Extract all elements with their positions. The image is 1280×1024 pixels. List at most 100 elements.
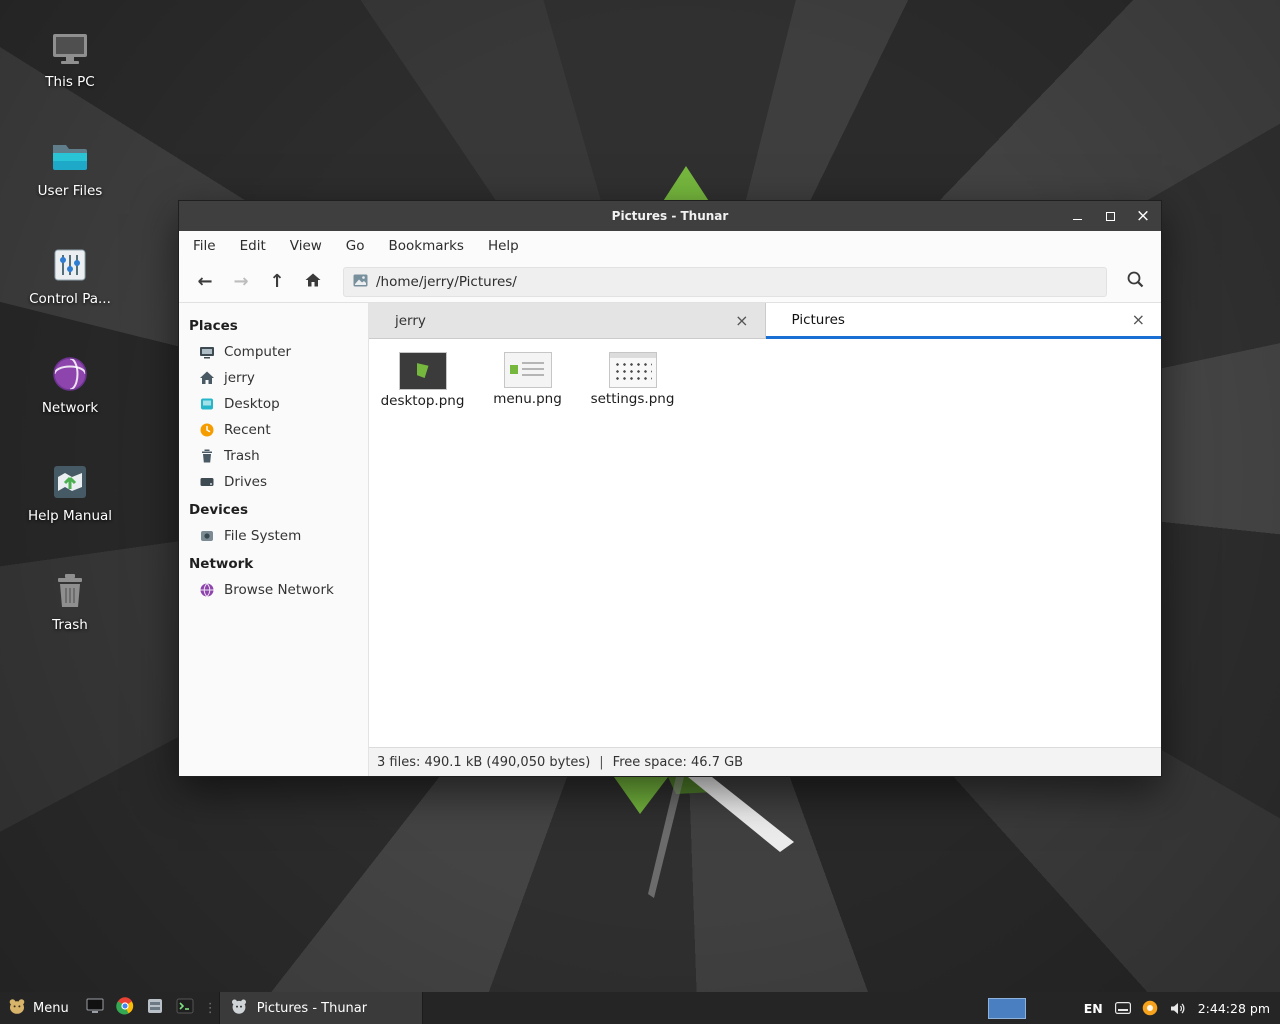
menu-go[interactable]: Go: [346, 238, 365, 254]
menu-bookmarks[interactable]: Bookmarks: [389, 238, 464, 254]
desktop-icon-label: Network: [42, 401, 98, 417]
menu-bar: File Edit View Go Bookmarks Help: [179, 231, 1161, 261]
file-settings-png[interactable]: settings.png: [583, 353, 682, 407]
back-icon: ←: [197, 271, 212, 292]
minimize-button[interactable]: [1071, 208, 1083, 224]
menu-edit[interactable]: Edit: [240, 238, 266, 254]
desktop-icon-trash[interactable]: Trash: [22, 569, 118, 634]
home-button[interactable]: [295, 267, 331, 297]
tab-jerry[interactable]: jerry ×: [369, 303, 766, 339]
maximize-button[interactable]: [1104, 208, 1116, 224]
home-icon: [304, 271, 322, 293]
status-bar: 3 files: 490.1 kB (490,050 bytes) | Free…: [369, 747, 1161, 776]
sidebar-item-file-system[interactable]: File System: [179, 523, 368, 549]
desktop-icon-list: This PC User Files Control Pa... Network…: [22, 26, 118, 633]
sidebar-item-trash[interactable]: Trash: [179, 443, 368, 469]
trash-icon: [48, 569, 92, 613]
chrome-icon: [116, 997, 134, 1019]
taskbar-window-button[interactable]: Pictures - Thunar: [219, 992, 423, 1024]
sidebar: Places Computer jerry Desktop Recent Tra…: [179, 303, 369, 776]
sidebar-item-jerry[interactable]: jerry: [179, 365, 368, 391]
quick-launchers: [80, 992, 200, 1024]
trash-small-icon: [199, 448, 215, 464]
forward-button[interactable]: →: [223, 267, 259, 297]
launcher-chrome[interactable]: [110, 992, 140, 1024]
file-thumbnail: [505, 353, 551, 387]
network-icon: [48, 352, 92, 396]
sidebar-item-label: Trash: [224, 448, 260, 464]
titlebar[interactable]: Pictures - Thunar ×: [179, 201, 1161, 231]
file-manager-icon: [146, 997, 164, 1019]
sidebar-item-label: File System: [224, 528, 301, 544]
desktop-icon-network[interactable]: Network: [22, 352, 118, 417]
thunar-icon: [230, 997, 248, 1019]
window-controls: ×: [1071, 201, 1149, 231]
up-button[interactable]: ↑: [259, 267, 295, 297]
desktop[interactable]: This PC User Files Control Pa... Network…: [0, 0, 1280, 1024]
volume-icon[interactable]: [1169, 1001, 1186, 1016]
recent-icon: [199, 422, 215, 438]
taskbar-separator: ⋮: [200, 1001, 219, 1016]
sidebar-item-desktop[interactable]: Desktop: [179, 391, 368, 417]
file-list[interactable]: desktop.png menu.png settings.png: [369, 339, 1161, 747]
sidebar-item-browse-network[interactable]: Browse Network: [179, 577, 368, 603]
sidebar-item-drives[interactable]: Drives: [179, 469, 368, 495]
toolbar: ← → ↑ /home/jerry/Pictures/: [179, 261, 1161, 303]
control-panel-icon: [48, 243, 92, 287]
sidebar-section-devices: Devices: [179, 495, 368, 523]
sidebar-item-computer[interactable]: Computer: [179, 339, 368, 365]
window-title: Pictures - Thunar: [612, 209, 729, 223]
menu-file[interactable]: File: [193, 238, 216, 254]
taskbar-window-label: Pictures - Thunar: [257, 1001, 367, 1016]
user-files-icon: [48, 135, 92, 179]
close-icon[interactable]: ×: [1128, 310, 1149, 329]
minimize-icon: [1073, 219, 1082, 220]
taskbar: Menu ⋮ Pictures - Thunar EN 2:44:28 pm: [0, 992, 1280, 1024]
search-button[interactable]: [1117, 267, 1153, 297]
drives-icon: [199, 474, 215, 490]
tab-bar: jerry × Pictures ×: [369, 303, 1161, 339]
desktop-icon-label: This PC: [45, 75, 94, 91]
clock[interactable]: 2:44:28 pm: [1198, 1001, 1270, 1016]
image-icon: [353, 272, 368, 291]
forward-icon: →: [233, 271, 248, 292]
path-bar[interactable]: /home/jerry/Pictures/: [343, 267, 1107, 297]
desktop-icon-label: Help Manual: [28, 509, 112, 525]
menu-button-label: Menu: [33, 1001, 69, 1016]
sidebar-item-recent[interactable]: Recent: [179, 417, 368, 443]
menu-help[interactable]: Help: [488, 238, 519, 254]
desktop-icon: [199, 396, 215, 412]
file-name: settings.png: [591, 391, 675, 407]
show-desktop-icon: [86, 998, 104, 1018]
file-desktop-png[interactable]: desktop.png: [373, 353, 472, 409]
globe-icon: [199, 582, 215, 598]
desktop-icon-user-files[interactable]: User Files: [22, 135, 118, 200]
file-menu-png[interactable]: menu.png: [478, 353, 577, 407]
menu-view[interactable]: View: [290, 238, 322, 254]
close-icon[interactable]: ×: [731, 311, 752, 330]
menu-button[interactable]: Menu: [0, 992, 80, 1024]
launcher-file-manager[interactable]: [140, 992, 170, 1024]
this-pc-icon: [48, 26, 92, 70]
home-icon: [199, 370, 215, 386]
sidebar-item-label: Browse Network: [224, 582, 334, 598]
language-indicator[interactable]: EN: [1084, 1001, 1103, 1016]
maximize-icon: [1106, 212, 1115, 221]
desktop-icon-label: User Files: [38, 184, 103, 200]
file-thumbnail: [400, 353, 446, 389]
keyboard-icon[interactable]: [1115, 1002, 1131, 1014]
notification-icon[interactable]: [1142, 1000, 1158, 1016]
launcher-terminal[interactable]: [170, 992, 200, 1024]
desktop-icon-control-pa[interactable]: Control Pa...: [22, 243, 118, 308]
window-body: Places Computer jerry Desktop Recent Tra…: [179, 303, 1161, 776]
desktop-icon-this-pc[interactable]: This PC: [22, 26, 118, 91]
close-button[interactable]: ×: [1137, 208, 1149, 224]
content-pane: jerry × Pictures × desktop.png menu.png …: [369, 303, 1161, 776]
workspace-pager[interactable]: [988, 998, 1026, 1019]
desktop-icon-help-manual[interactable]: Help Manual: [22, 460, 118, 525]
tab-pictures[interactable]: Pictures ×: [766, 303, 1162, 339]
tab-label: Pictures: [792, 312, 1128, 328]
back-button[interactable]: ←: [187, 267, 223, 297]
launcher-show-desktop[interactable]: [80, 992, 110, 1024]
sidebar-item-label: Desktop: [224, 396, 280, 412]
